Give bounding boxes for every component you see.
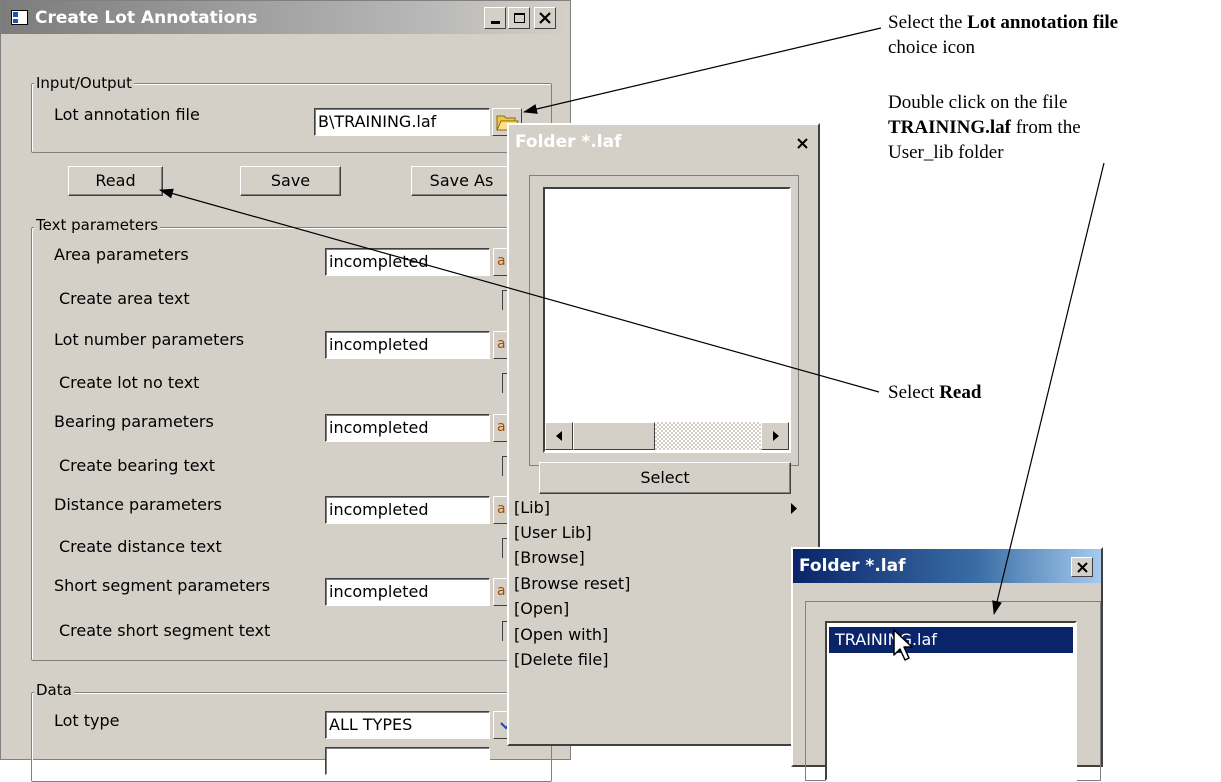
maximize-icon [513, 13, 525, 23]
callout-select-file-icon: Select the Lot annotation file choice ic… [888, 10, 1218, 60]
create-distance-text-label: Create distance text [59, 537, 222, 556]
mouse-cursor-icon [893, 629, 913, 661]
arrow-to-file-icon [523, 27, 882, 114]
file-item-label: TRAINING.laf [835, 630, 937, 649]
minimize-button[interactable] [484, 7, 506, 29]
folder-popup-close-button[interactable] [791, 133, 813, 153]
short-segment-parameters-label: Short segment parameters [54, 576, 271, 595]
close-icon [796, 137, 808, 149]
menu-item-lib[interactable]: [Lib] [514, 498, 550, 517]
edit-icon: a [497, 336, 506, 352]
text-parameters-group-label: Text parameters [34, 216, 161, 234]
horizontal-scrollbar[interactable] [545, 422, 789, 450]
folder-popup-titlebar[interactable]: Folder *.laf [509, 125, 818, 159]
file-list[interactable] [543, 187, 791, 453]
folder-popup-active-close-button[interactable] [1071, 557, 1093, 577]
callout-text: from the [1010, 117, 1081, 138]
folder-popup-active: Folder *.laf TRAINING.laf [791, 547, 1103, 781]
scroll-right-button[interactable] [761, 422, 789, 450]
folder-popup-title: Folder *.laf [515, 132, 622, 152]
bearing-parameters-label: Bearing parameters [54, 412, 214, 431]
arrow-right-icon [773, 431, 779, 441]
create-short-segment-text-label: Create short segment text [59, 621, 271, 640]
callout-bold: Lot annotation file [967, 12, 1119, 33]
callout-text: Double click on the file [888, 92, 1068, 113]
folder-popup: Folder *.laf Select [Lib] [User Lib] [Br… [507, 123, 820, 746]
menu-item-open-with[interactable]: [Open with] [514, 625, 608, 644]
folder-popup-active-title: Folder *.laf [799, 556, 906, 576]
callout-select-read: Select Read [888, 380, 1188, 405]
lot-type-label: Lot type [54, 711, 120, 730]
create-lot-no-text-label: Create lot no text [59, 373, 200, 392]
select-button[interactable]: Select [539, 462, 791, 494]
lot-annotation-file-field[interactable]: B\TRAINING.laf [314, 108, 490, 136]
file-item-selected[interactable]: TRAINING.laf [829, 627, 1073, 653]
folder-popup-active-titlebar[interactable]: Folder *.laf [793, 549, 1101, 583]
callout-bold: Read [939, 382, 982, 403]
create-bearing-text-label: Create bearing text [59, 456, 216, 475]
file-list-active[interactable]: TRAINING.laf [825, 621, 1077, 781]
save-as-button[interactable]: Save As [411, 166, 512, 196]
edit-icon: a [497, 419, 506, 435]
second-data-label [54, 747, 114, 759]
edit-icon: a [497, 501, 506, 517]
maximize-button[interactable] [508, 7, 530, 29]
lot-number-parameters-field[interactable]: incompleted [325, 331, 490, 359]
callout-double-click: Double click on the file TRAINING.laf fr… [888, 90, 1218, 165]
read-button[interactable]: Read [68, 166, 163, 196]
submenu-arrow-icon [791, 503, 797, 514]
bearing-parameters-field[interactable]: incompleted [325, 414, 490, 442]
scroll-thumb[interactable] [573, 422, 655, 450]
menu-item-open[interactable]: [Open] [514, 599, 569, 618]
input-output-group-label: Input/Output [34, 74, 134, 92]
main-titlebar[interactable]: Create Lot Annotations [1, 1, 570, 34]
menu-item-delete-file[interactable]: [Delete file] [514, 650, 609, 669]
edit-icon: a [497, 253, 506, 269]
distance-parameters-field[interactable]: incompleted [325, 496, 490, 524]
callout-text: Select [888, 382, 940, 403]
callout-text: User_lib folder [888, 142, 1004, 163]
menu-item-browse-reset[interactable]: [Browse reset] [514, 574, 630, 593]
close-icon [1076, 561, 1088, 573]
callout-text: Select the [888, 12, 968, 33]
menu-item-browse[interactable]: [Browse] [514, 548, 585, 567]
data-group-label: Data [34, 681, 74, 699]
callout-bold: TRAINING.laf [888, 117, 1011, 138]
close-icon [539, 12, 551, 24]
create-area-text-label: Create area text [59, 289, 190, 308]
second-data-field[interactable] [325, 747, 490, 775]
save-button[interactable]: Save [240, 166, 341, 196]
create-lot-annotations-window: Create Lot Annotations Input/Output Lot … [0, 0, 571, 782]
area-parameters-label: Area parameters [54, 245, 189, 264]
lot-annotation-file-label: Lot annotation file [54, 105, 200, 124]
lot-type-field[interactable]: ALL TYPES [325, 711, 490, 739]
menu-item-user-lib[interactable]: [User Lib] [514, 523, 592, 542]
edit-icon: a [497, 583, 506, 599]
arrow-left-icon [556, 431, 562, 441]
short-segment-parameters-field[interactable]: incompleted [325, 578, 490, 606]
lot-number-parameters-label: Lot number parameters [54, 330, 245, 349]
callout-text: choice icon [888, 37, 976, 58]
close-button[interactable] [534, 7, 556, 29]
scroll-left-button[interactable] [545, 422, 573, 450]
app-icon [11, 10, 28, 25]
area-parameters-field[interactable]: incompleted [325, 248, 490, 276]
distance-parameters-label: Distance parameters [54, 495, 222, 514]
window-title: Create Lot Annotations [35, 8, 258, 28]
minimize-icon [490, 20, 500, 24]
